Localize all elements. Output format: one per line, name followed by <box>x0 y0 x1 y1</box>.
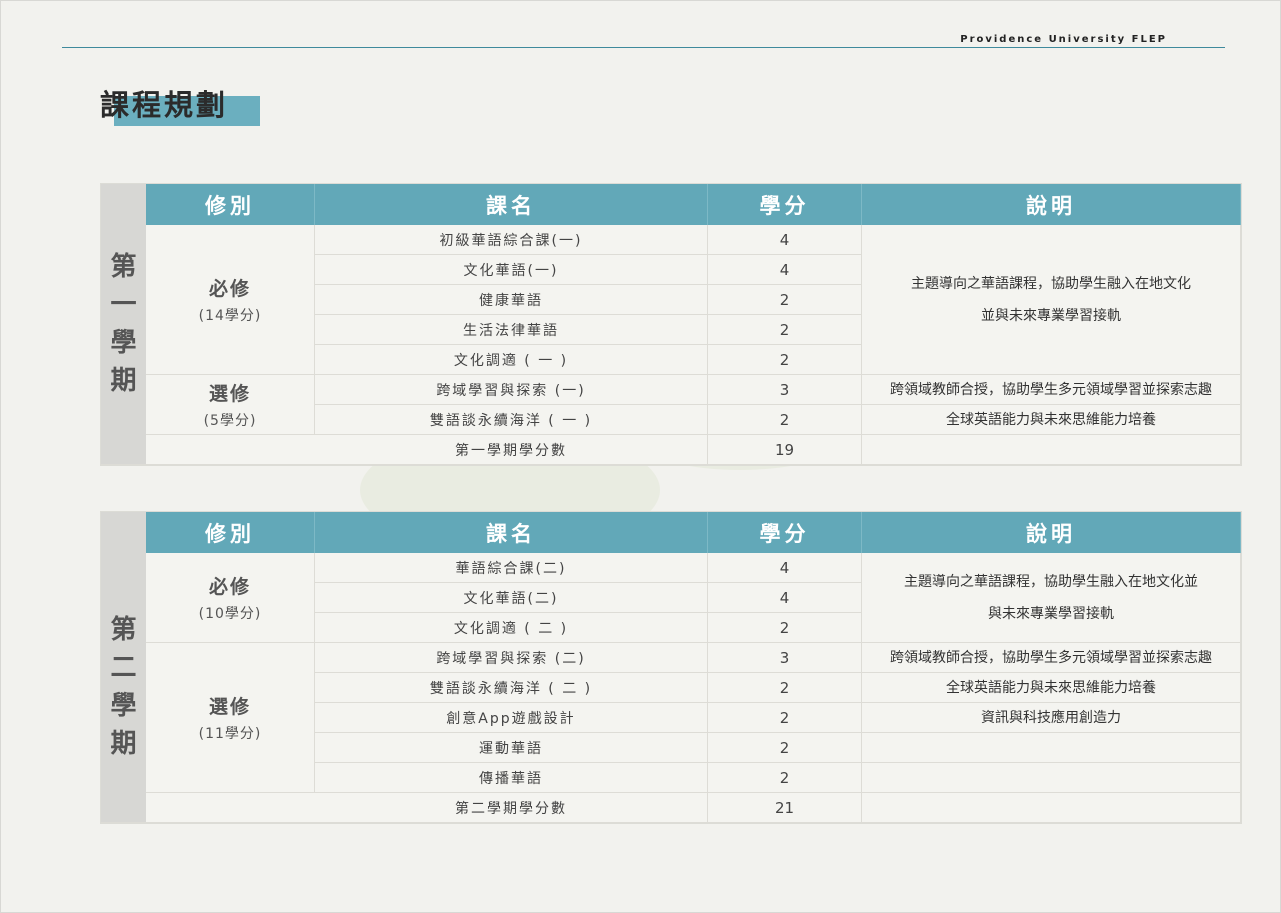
required-group: 必修 (14學分) <box>146 225 315 375</box>
header-desc: 說明 <box>862 512 1241 553</box>
course-name: 文化華語(一) <box>315 255 708 285</box>
course-name: 文化調適 ( 一 ) <box>315 345 708 375</box>
course-name: 跨域學習與探索 (一) <box>315 375 708 405</box>
group-credits: (11學分) <box>198 726 262 742</box>
desc-line: 主題導向之華語課程，協助學生融入在地文化並 <box>904 573 1198 590</box>
desc-line: 與未來專業學習接軌 <box>988 605 1114 622</box>
group-label: 必修 <box>208 576 251 598</box>
header-course: 課名 <box>315 184 708 225</box>
course-credit: 3 <box>708 375 862 405</box>
desc-line: 並與未來專業學習接軌 <box>981 307 1121 324</box>
semester-label-char: 二 <box>110 653 137 683</box>
semester-label-char: 期 <box>110 366 137 396</box>
elective-group: 選修 (11學分) <box>146 643 315 793</box>
semester-label-char: 學 <box>110 691 137 721</box>
course-description: 跨領域教師合授，協助學生多元領域學習並探索志趣 <box>862 375 1241 405</box>
course-description: 跨領域教師合授，協助學生多元領域學習並探索志趣 <box>862 643 1241 673</box>
course-credit: 4 <box>708 583 862 613</box>
course-credit: 2 <box>708 405 862 435</box>
semester-total-label: 第一學期學分數 <box>315 435 708 465</box>
total-desc-blank <box>862 435 1241 465</box>
desc-line: 主題導向之華語課程，協助學生融入在地文化 <box>911 275 1191 292</box>
total-desc-blank <box>862 793 1241 823</box>
course-credit: 2 <box>708 315 862 345</box>
course-credit: 2 <box>708 345 862 375</box>
course-credit: 2 <box>708 703 862 733</box>
course-name: 華語綜合課(二) <box>315 553 708 583</box>
course-credit: 3 <box>708 643 862 673</box>
course-description-empty <box>862 733 1241 763</box>
course-name: 創意App遊戲設計 <box>315 703 708 733</box>
header-credit: 學分 <box>708 512 862 553</box>
course-description: 資訊與科技應用創造力 <box>862 703 1241 733</box>
course-name: 健康華語 <box>315 285 708 315</box>
semester-label-char: 第 <box>110 615 137 645</box>
course-name: 文化華語(二) <box>315 583 708 613</box>
group-credits: (14學分) <box>198 308 262 324</box>
total-blank <box>146 793 315 823</box>
header-rule <box>62 47 1225 48</box>
group-credits: (5學分) <box>203 413 257 429</box>
course-credit: 2 <box>708 613 862 643</box>
course-description: 主題導向之華語課程，協助學生融入在地文化 並與未來專業學習接軌 <box>862 225 1241 375</box>
page-title-block: 課程規劃 <box>100 82 270 132</box>
semester-label-char: 一 <box>110 290 137 320</box>
semester-label-char: 第 <box>110 252 137 282</box>
required-group: 必修 (10學分) <box>146 553 315 643</box>
course-name: 文化調適 ( 二 ) <box>315 613 708 643</box>
page-title: 課程規劃 <box>100 88 229 122</box>
semester-label-char: 學 <box>110 328 137 358</box>
header-credit: 學分 <box>708 184 862 225</box>
course-name: 傳播華語 <box>315 763 708 793</box>
course-credit: 4 <box>708 255 862 285</box>
group-label: 選修 <box>208 383 251 405</box>
semester-2-table: 第 二 學 期 修別 課名 學分 說明 必修 (10學分) 選修 (11學分) … <box>100 511 1242 824</box>
semester-2-label: 第 二 學 期 <box>101 512 146 823</box>
course-name: 跨域學習與探索 (二) <box>315 643 708 673</box>
header-type: 修別 <box>146 512 315 553</box>
header-course: 課名 <box>315 512 708 553</box>
course-credit: 2 <box>708 285 862 315</box>
course-credit: 2 <box>708 733 862 763</box>
course-name: 初級華語綜合課(一) <box>315 225 708 255</box>
semester-label-char: 期 <box>110 729 137 759</box>
course-credit: 2 <box>708 763 862 793</box>
elective-group: 選修 (5學分) <box>146 375 315 435</box>
group-credits: (10學分) <box>198 606 262 622</box>
course-description-empty <box>862 763 1241 793</box>
course-description: 主題導向之華語課程，協助學生融入在地文化並 與未來專業學習接軌 <box>862 553 1241 643</box>
header-type: 修別 <box>146 184 315 225</box>
semester-total-credit: 19 <box>708 435 862 465</box>
course-name: 雙語談永續海洋 ( 一 ) <box>315 405 708 435</box>
semester-total-credit: 21 <box>708 793 862 823</box>
group-label: 選修 <box>208 696 251 718</box>
course-credit: 4 <box>708 553 862 583</box>
semester-1-label: 第 一 學 期 <box>101 184 146 465</box>
total-blank <box>146 435 315 465</box>
course-name: 生活法律華語 <box>315 315 708 345</box>
header-desc: 說明 <box>862 184 1241 225</box>
group-label: 必修 <box>208 278 251 300</box>
semester-total-label: 第二學期學分數 <box>315 793 708 823</box>
course-description: 全球英語能力與未來思維能力培養 <box>862 673 1241 703</box>
semester-1-table: 第 一 學 期 修別 課名 學分 說明 必修 (14學分) 選修 (5學分) 初… <box>100 183 1242 466</box>
course-name: 運動華語 <box>315 733 708 763</box>
course-credit: 2 <box>708 673 862 703</box>
course-description: 全球英語能力與未來思維能力培養 <box>862 405 1241 435</box>
brand-text: Providence University FLEP <box>960 34 1167 45</box>
course-credit: 4 <box>708 225 862 255</box>
course-name: 雙語談永續海洋 ( 二 ) <box>315 673 708 703</box>
